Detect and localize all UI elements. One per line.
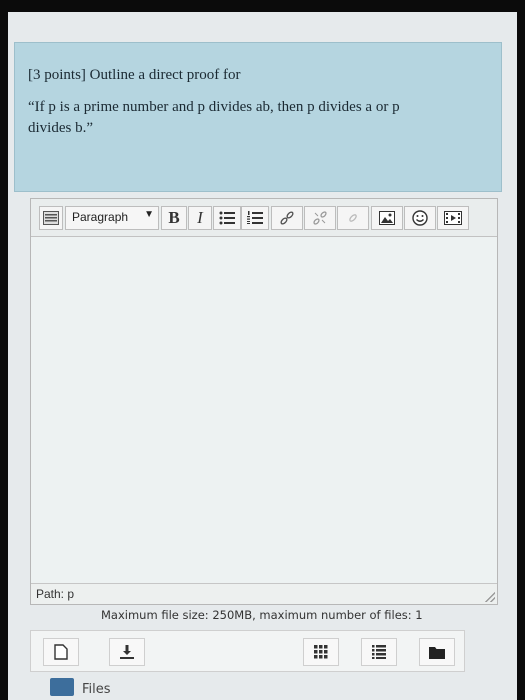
file-picker-toolbar	[30, 630, 465, 672]
insert-media-button[interactable]	[437, 206, 469, 230]
italic-button[interactable]: I	[188, 206, 212, 230]
emoticon-icon	[412, 210, 428, 226]
unlink-button[interactable]	[304, 206, 336, 230]
question-points: [3 points]	[28, 67, 86, 83]
download-button[interactable]	[109, 638, 145, 666]
chevron-down-icon: ▼	[144, 209, 154, 220]
question-statement-line1: “If p is a prime number and p divides ab…	[28, 99, 400, 115]
anchor-button[interactable]	[337, 206, 369, 230]
download-icon	[120, 645, 134, 659]
anchor-icon	[349, 214, 357, 222]
question-prompt: Outline a direct proof for	[89, 67, 241, 83]
unordered-list-button[interactable]	[213, 206, 241, 230]
rich-text-editor: Paragraph ▼ B I Path: p	[30, 198, 498, 605]
editor-content-area[interactable]	[31, 237, 497, 582]
question-text: [3 points] Outline a direct proof for “I…	[28, 65, 468, 139]
link-button[interactable]	[271, 206, 303, 230]
toolbar-toggle-icon	[43, 211, 59, 225]
files-label: Files	[82, 682, 111, 697]
question-statement-line2: divides b.”	[28, 120, 93, 136]
media-icon	[444, 211, 462, 225]
editor-path-bar: Path: p	[31, 583, 497, 604]
folder-view-icon	[429, 647, 445, 659]
unlink-icon	[313, 211, 327, 225]
bold-button[interactable]: B	[161, 206, 187, 230]
link-icon	[280, 211, 294, 225]
grid-view-button[interactable]	[303, 638, 339, 666]
add-file-button[interactable]	[43, 638, 79, 666]
question-prompt-line: [3 points] Outline a direct proof for	[28, 65, 468, 86]
ordered-list-button[interactable]	[241, 206, 269, 230]
file-limits-text: Maximum file size: 250MB, maximum number…	[101, 608, 423, 622]
screen: [3 points] Outline a direct proof for “I…	[8, 12, 517, 700]
format-select-label: Paragraph	[72, 210, 129, 224]
unordered-list-icon	[219, 211, 235, 225]
insert-image-button[interactable]	[371, 206, 403, 230]
insert-emoticon-button[interactable]	[404, 206, 436, 230]
resize-handle-icon[interactable]	[485, 592, 495, 602]
list-view-icon	[372, 645, 386, 659]
question-panel: [3 points] Outline a direct proof for “I…	[14, 42, 502, 192]
grid-view-icon	[314, 645, 328, 659]
list-view-button[interactable]	[361, 638, 397, 666]
editor-toolbar: Paragraph ▼ B I	[31, 199, 497, 237]
toolbar-toggle-button[interactable]	[39, 206, 63, 230]
folder-view-button[interactable]	[419, 638, 455, 666]
add-file-icon	[54, 644, 68, 660]
paragraph-format-select[interactable]: Paragraph ▼	[65, 206, 159, 230]
folder-icon	[50, 678, 74, 696]
ordered-list-icon	[247, 211, 263, 224]
image-icon	[379, 211, 395, 225]
editor-path-label: Path: p	[36, 587, 75, 601]
